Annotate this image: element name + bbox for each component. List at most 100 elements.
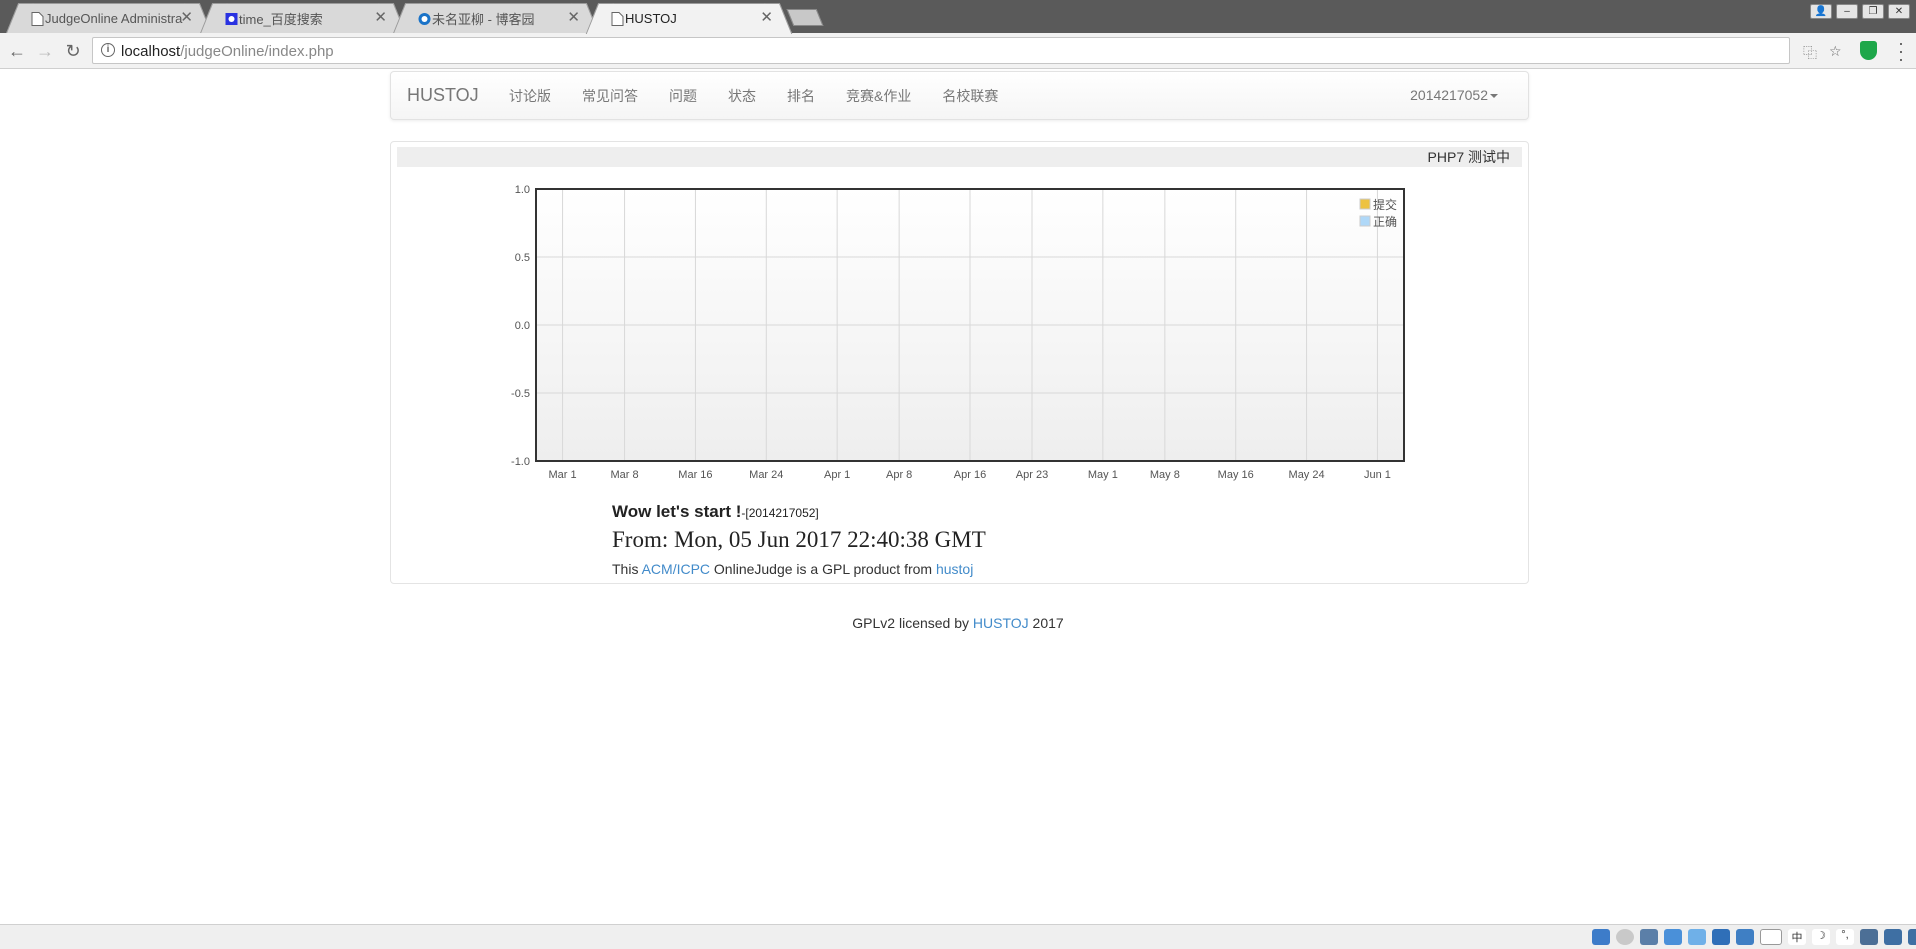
x-tick-label: Apr 16: [954, 469, 986, 481]
url-text[interactable]: localhost/judgeOnline/index.php: [121, 43, 334, 60]
x-tick-label: Apr 8: [886, 469, 912, 481]
window-icon[interactable]: [1736, 929, 1754, 945]
footer-year: 2017: [1032, 615, 1064, 631]
gpl-notice: This ACM/ICPC OnlineJudge is a GPL produ…: [612, 561, 973, 577]
browser-toolbar: ← → ↻ i localhost/judgeOnline/index.php …: [0, 33, 1916, 69]
network-icon[interactable]: [1664, 929, 1682, 945]
x-tick-label: Mar 1: [549, 469, 577, 481]
moon-icon[interactable]: ☽: [1812, 929, 1830, 945]
display-icon[interactable]: [1712, 929, 1730, 945]
nav-menu: 讨论版 常见问答 问题 状态 排名 竞赛&作业 名校联赛: [509, 86, 1029, 106]
keyboard-icon[interactable]: [1860, 929, 1878, 945]
info-icon[interactable]: i: [101, 43, 115, 57]
welcome-headline: Wow let's start !-[2014217052]: [612, 502, 819, 522]
clock-icon[interactable]: [1616, 929, 1634, 945]
input-method-icon[interactable]: [1760, 929, 1782, 945]
x-tick-label: Mar 24: [749, 469, 783, 481]
x-tick-label: Apr 1: [824, 469, 850, 481]
page-icon: [611, 12, 624, 26]
close-tab-icon[interactable]: ✕: [760, 10, 773, 26]
tab-hustoj[interactable]: HUSTOJ ✕: [598, 3, 780, 33]
maximize-button[interactable]: ❐: [1862, 4, 1884, 19]
x-tick-label: May 16: [1218, 469, 1254, 481]
shield-extension-icon[interactable]: [1860, 41, 1877, 60]
submission-chart: 1.0 0.5 0.0 -0.5 -1.0 Mar 1 Mar 8 Mar 16 Mar 24 A…: [511, 184, 1405, 481]
legend-label: 正确: [1373, 215, 1397, 229]
gpl-prefix: This: [612, 561, 639, 577]
menu-icon[interactable]: · · ·: [1896, 34, 1906, 68]
user-icon[interactable]: [1884, 929, 1902, 945]
y-tick-label: 0.5: [515, 252, 530, 264]
close-tab-icon[interactable]: ✕: [180, 10, 193, 26]
x-tick-label: May 24: [1289, 469, 1325, 481]
x-tick-label: Mar 16: [678, 469, 712, 481]
cnblogs-icon: [418, 13, 431, 25]
nav-item-ranklist[interactable]: 排名: [787, 86, 815, 106]
tab-cnblogs[interactable]: 未名亚柳 - 博客园 ✕: [405, 3, 587, 33]
hustoj-link[interactable]: hustoj: [936, 561, 973, 577]
y-tick-label: -0.5: [511, 388, 530, 400]
nav-item-status[interactable]: 状态: [728, 86, 756, 106]
tab-judgeonline-admin[interactable]: JudgeOnline Administra ✕: [18, 3, 200, 33]
legend-label: 提交: [1373, 197, 1397, 212]
x-tick-label: Apr 23: [1016, 469, 1048, 481]
profile-icon[interactable]: 👤: [1810, 4, 1832, 19]
reload-icon[interactable]: ↻: [62, 40, 84, 62]
tab-strip: JudgeOnline Administra ✕ time_百度搜索 ✕ 未名亚…: [0, 0, 1916, 33]
user-dropdown[interactable]: 2014217052: [1410, 87, 1498, 103]
gpl-middle: OnlineJudge is a GPL product from: [713, 561, 933, 577]
forward-arrow-icon[interactable]: →: [34, 40, 56, 62]
y-tick-label: 1.0: [515, 184, 530, 196]
punctuation-icon[interactable]: °,: [1836, 929, 1854, 945]
settings-icon[interactable]: [1908, 929, 1916, 945]
legend-swatch: [1359, 215, 1371, 227]
nav-item-problems[interactable]: 问题: [669, 86, 697, 106]
legend-swatch: [1359, 198, 1371, 210]
baidu-icon: [225, 13, 238, 25]
y-tick-label: -1.0: [511, 456, 530, 468]
minimize-button[interactable]: –: [1836, 4, 1858, 19]
footer-hustoj-link[interactable]: HUSTOJ: [973, 615, 1029, 631]
tab-title: HUSTOJ: [625, 11, 677, 26]
new-tab-button[interactable]: [786, 9, 824, 26]
x-tick-label: Jun 1: [1364, 469, 1391, 481]
page-icon: [31, 12, 44, 26]
caret-down-icon: [1490, 94, 1498, 99]
tab-baidu-search[interactable]: time_百度搜索 ✕: [212, 3, 394, 33]
x-tick-label: Mar 8: [611, 469, 639, 481]
nav-item-school-league[interactable]: 名校联赛: [942, 86, 998, 106]
nav-item-contests[interactable]: 竞赛&作业: [846, 86, 911, 106]
tab-title: time_百度搜索: [239, 12, 323, 27]
server-time: From: Mon, 05 Jun 2017 22:40:38 GMT: [612, 527, 986, 552]
nav-item-faq[interactable]: 常见问答: [582, 86, 638, 106]
welcome-text: Wow let's start !: [612, 502, 742, 521]
footer-prefix: GPLv2 licensed by: [852, 615, 970, 631]
tab-title: 未名亚柳 - 博客园: [432, 12, 535, 27]
x-tick-label: May 8: [1150, 469, 1180, 481]
brand-link[interactable]: HUSTOJ: [407, 85, 479, 106]
url-path: /judgeOnline/index.php: [180, 43, 334, 60]
site-navbar: HUSTOJ 讨论版 常见问答 问题 状态 排名 竞赛&作业 名校联赛 2014…: [390, 71, 1529, 120]
chinese-input-icon[interactable]: 中: [1788, 929, 1806, 945]
bookmark-star-icon[interactable]: ☆: [1829, 43, 1842, 60]
system-taskbar: 中 ☽ °,: [0, 924, 1916, 949]
app-icon[interactable]: [1592, 929, 1610, 945]
nav-item-discuss[interactable]: 讨论版: [509, 86, 551, 106]
translate-icon[interactable]: ⿻: [1803, 43, 1817, 63]
y-tick-label: 0.0: [515, 320, 530, 332]
notice-marquee: PHP7 测试中: [397, 147, 1522, 167]
x-tick-label: May 1: [1088, 469, 1118, 481]
monitor-icon[interactable]: [1640, 929, 1658, 945]
folder-icon[interactable]: [1688, 929, 1706, 945]
acm-icpc-link[interactable]: ACM/ICPC: [642, 561, 710, 577]
tab-title: JudgeOnline Administra: [45, 11, 183, 26]
address-bar[interactable]: i localhost/judgeOnline/index.php ⿻ ☆: [92, 37, 1842, 64]
system-tray: 中 ☽ °,: [1592, 929, 1916, 945]
back-arrow-icon[interactable]: ←: [6, 40, 28, 62]
close-window-button[interactable]: ✕: [1888, 4, 1910, 19]
close-tab-icon[interactable]: ✕: [374, 10, 387, 26]
url-host: localhost: [121, 43, 181, 60]
close-tab-icon[interactable]: ✕: [567, 10, 580, 26]
user-id: 2014217052: [1410, 87, 1488, 103]
page-footer: GPLv2 licensed by HUSTOJ 2017: [0, 615, 1916, 631]
